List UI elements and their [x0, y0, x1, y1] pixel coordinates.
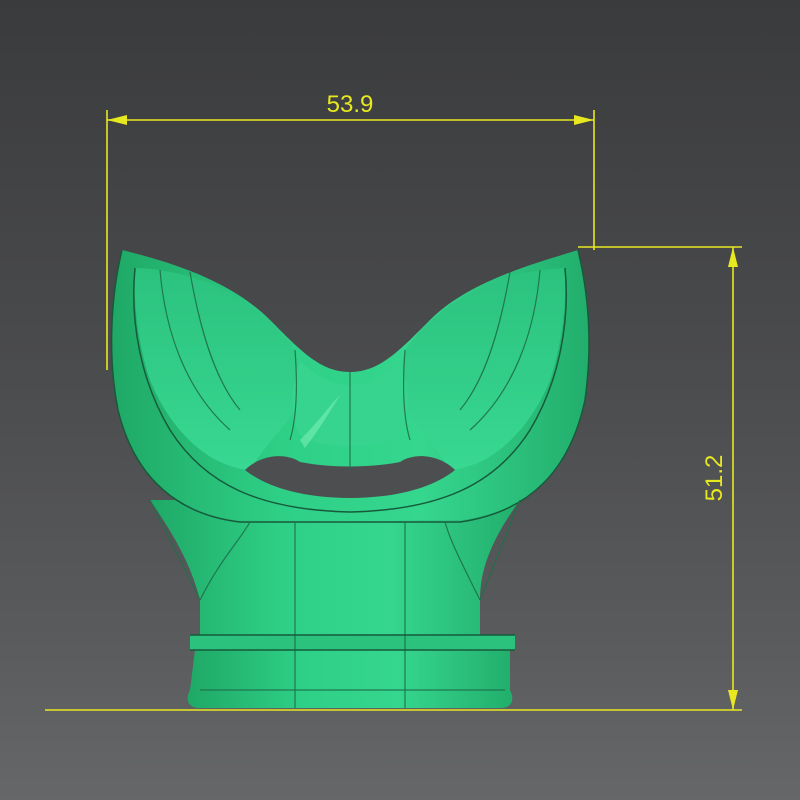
- cad-drawing: 53.9 51.2: [45, 91, 742, 711]
- width-dimension-label: 53.9: [327, 91, 374, 118]
- height-dimension-label: 51.2: [701, 455, 728, 502]
- cad-viewport[interactable]: 53.9 51.2: [0, 0, 800, 800]
- mouthpiece-base-ring: [190, 635, 515, 650]
- width-arrow-right: [574, 115, 594, 125]
- mouthpiece-model: [110, 249, 590, 708]
- height-arrow-bottom: [728, 690, 738, 710]
- height-arrow-top: [728, 247, 738, 267]
- mouthpiece-base: [187, 650, 513, 708]
- width-arrow-left: [107, 115, 127, 125]
- height-dimension: 51.2: [578, 246, 742, 710]
